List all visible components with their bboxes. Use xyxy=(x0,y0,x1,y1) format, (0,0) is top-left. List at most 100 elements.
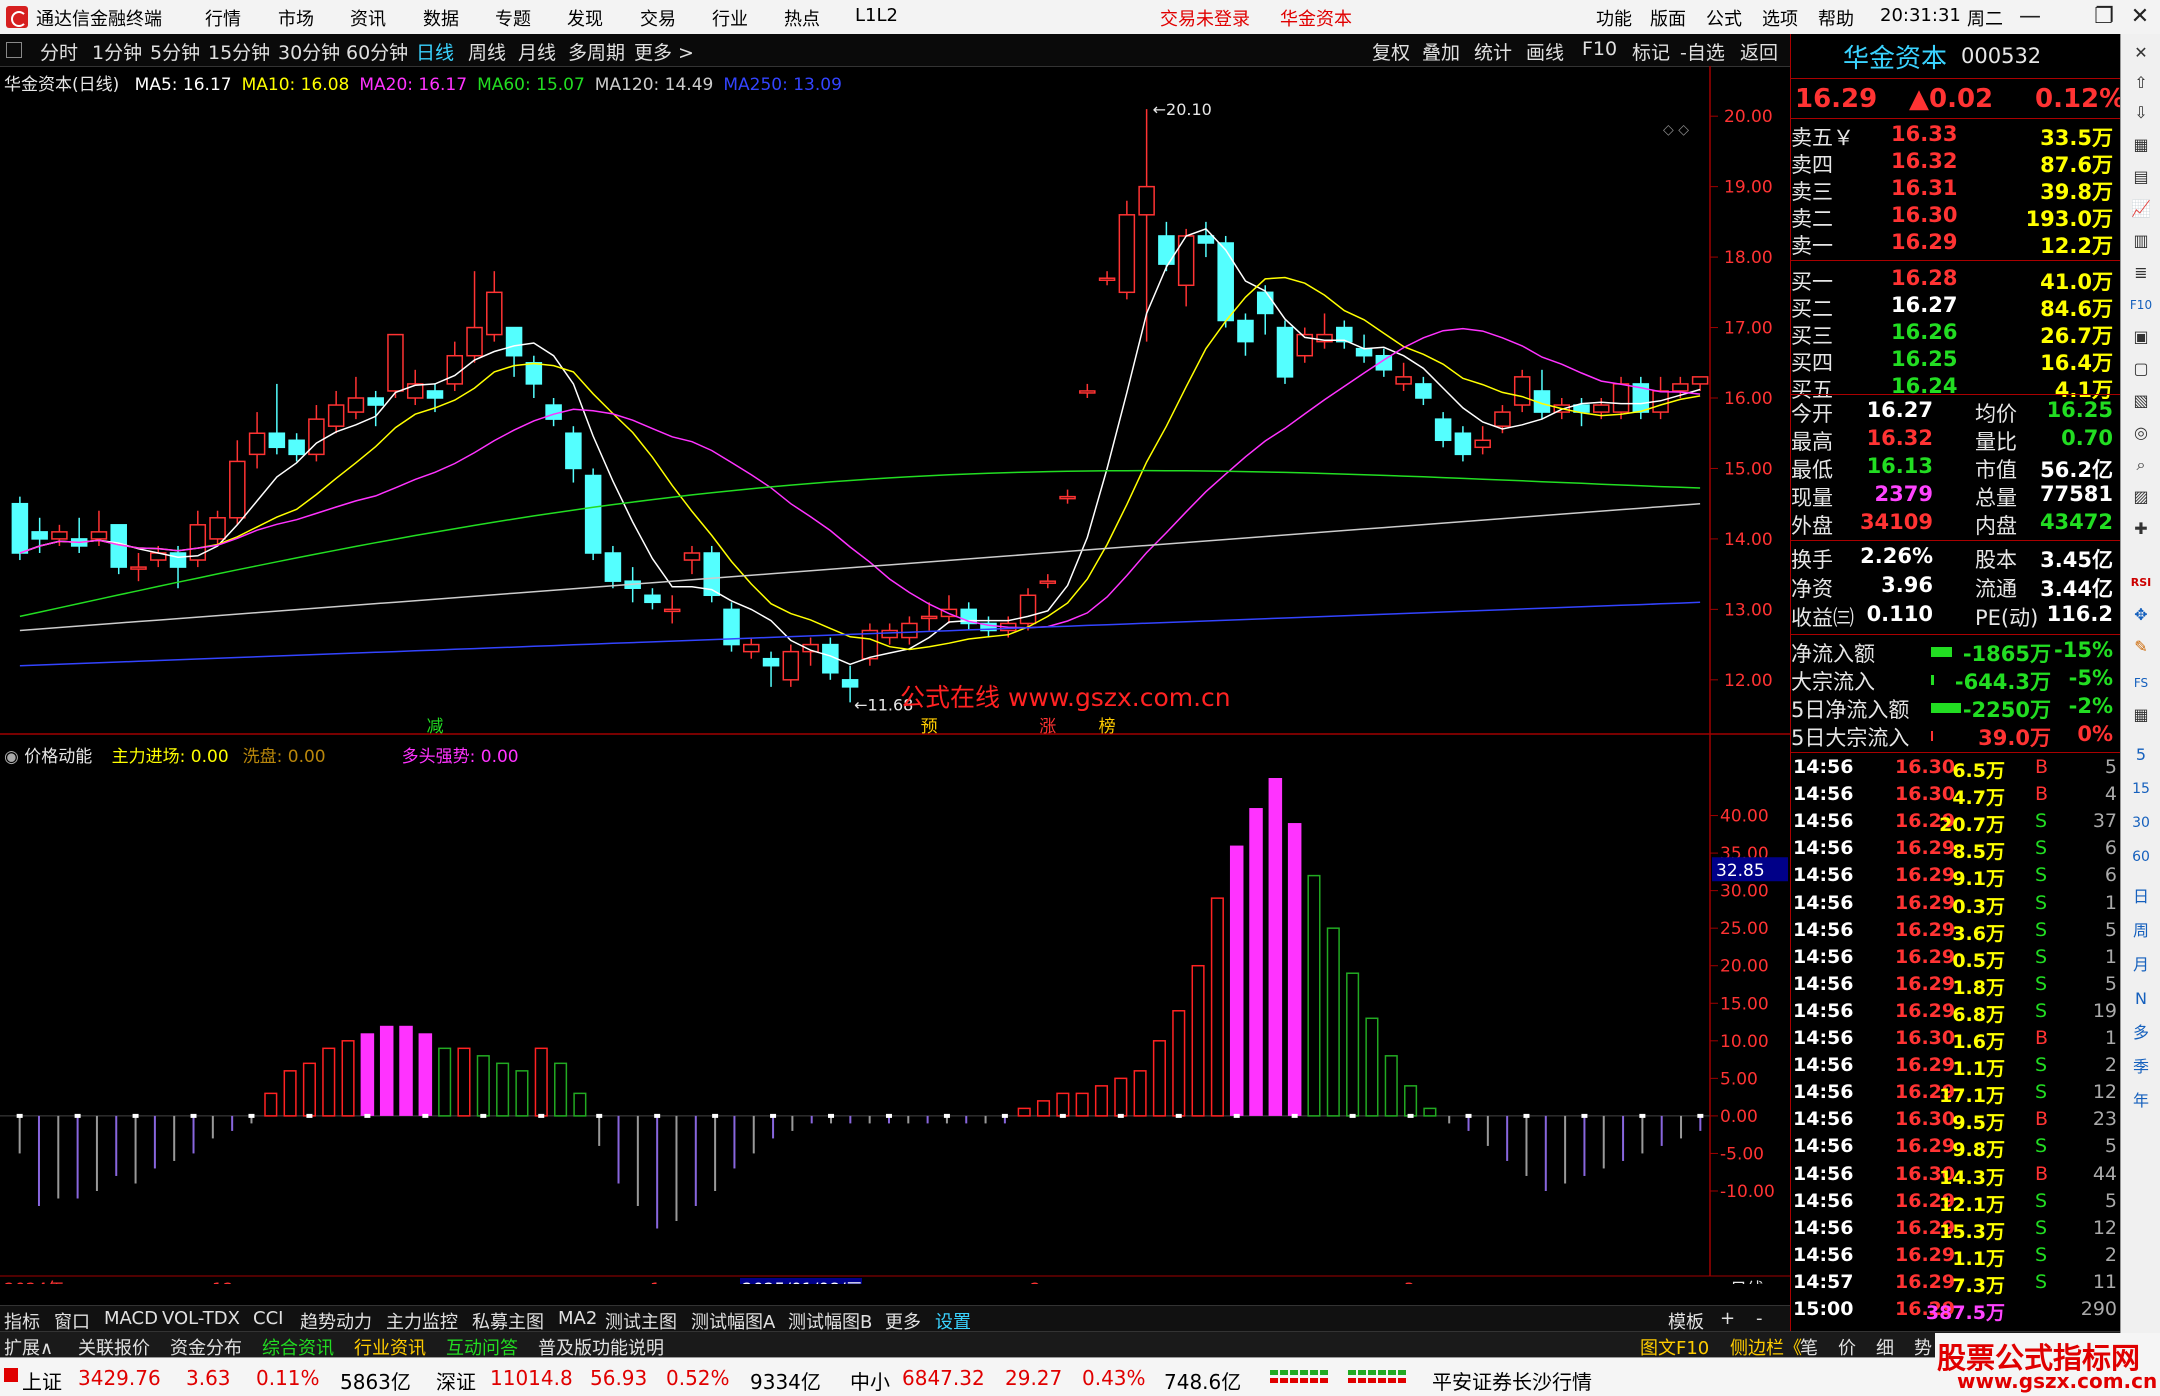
template-tab[interactable]: - xyxy=(1756,1308,1763,1329)
bid-row[interactable]: 买一 16.28 41.0万 xyxy=(1791,266,2121,294)
arrow-down-icon[interactable]: ⇩ xyxy=(2128,100,2154,126)
pen-icon[interactable]: ✎ xyxy=(2128,634,2154,660)
ma-legend-item: MA20: 16.17 xyxy=(359,75,468,95)
period-tab-30min[interactable]: 30分钟 xyxy=(278,38,340,65)
period-tab-fenshi[interactable]: 分时 xyxy=(40,38,78,65)
chart-settings-icon[interactable]: ◇ ◇ xyxy=(1663,122,1689,138)
menu-shuju[interactable]: 数据 xyxy=(423,5,459,31)
menu-faxian[interactable]: 发现 xyxy=(567,5,603,31)
period-tab-more[interactable]: 更多 > xyxy=(634,38,694,65)
grid-icon[interactable]: ▦ xyxy=(2128,132,2154,158)
menu-banmian[interactable]: 版面 xyxy=(1650,5,1686,31)
indicator-tab[interactable]: MACD xyxy=(104,1308,158,1329)
btn-fanhui[interactable]: 返回 xyxy=(1740,38,1778,65)
sh-change: 3.63 xyxy=(186,1366,231,1390)
maximize-icon[interactable]: ❐ xyxy=(2086,3,2122,31)
kline-icon[interactable]: ▥ xyxy=(2128,228,2154,254)
menu-zixun[interactable]: 资讯 xyxy=(350,5,386,31)
calc-icon[interactable]: ▧ xyxy=(2128,388,2154,414)
fs-icon[interactable]: FS xyxy=(2128,670,2154,696)
btn-diejia[interactable]: 叠加 xyxy=(1422,38,1460,65)
btn-huaxian[interactable]: 画线 xyxy=(1526,38,1564,65)
period-tab-15min[interactable]: 15分钟 xyxy=(208,38,270,65)
indicator-tab[interactable]: VOL-TDX xyxy=(162,1308,240,1329)
period-tab-5min[interactable]: 5分钟 xyxy=(150,38,200,65)
cross-icon[interactable]: ✚ xyxy=(2128,516,2154,542)
quote-feed[interactable]: 平安证券长沙行情 xyxy=(1432,1366,1592,1395)
bid-row[interactable]: 买三 16.26 26.7万 xyxy=(1791,320,2121,348)
period-day[interactable]: 日 xyxy=(2128,884,2154,910)
trade-status[interactable]: 交易未登录 xyxy=(1160,5,1250,31)
btn-tongji[interactable]: 统计 xyxy=(1474,38,1512,65)
period-15[interactable]: 15 xyxy=(2128,776,2154,802)
doc-icon[interactable]: ▢ xyxy=(2128,356,2154,382)
menu-shichang[interactable]: 市场 xyxy=(278,5,314,31)
period-week[interactable]: 周 xyxy=(2128,918,2154,944)
grid2-icon[interactable]: ▦ xyxy=(2128,702,2154,728)
ask-row[interactable]: 卖一 16.29 12.2万 xyxy=(1791,230,2121,258)
btn-fuquan[interactable]: 复权 xyxy=(1372,38,1410,65)
period-multi[interactable]: 多 xyxy=(2128,1020,2154,1046)
period-month[interactable]: 月 xyxy=(2128,952,2154,978)
menu-jiaoyi[interactable]: 交易 xyxy=(640,5,676,31)
chart-line-icon[interactable]: 📈 xyxy=(2128,196,2154,222)
search-icon[interactable]: ⌕ xyxy=(2128,452,2154,478)
period-tab-60min[interactable]: 60分钟 xyxy=(346,38,408,65)
ask-row[interactable]: 卖三 16.31 39.8万 xyxy=(1791,176,2121,204)
period-30[interactable]: 30 xyxy=(2128,810,2154,836)
sh-label[interactable]: 上证 xyxy=(22,1366,62,1395)
menu-redian[interactable]: 热点 xyxy=(784,5,820,31)
indicator-collapse-icon[interactable]: ◉ xyxy=(4,747,19,767)
kline-chart-svg[interactable]: 20.0019.0018.0017.0016.0015.0014.0013.00… xyxy=(0,66,1790,1284)
broker-name[interactable]: 华金资本 xyxy=(1280,5,1352,31)
rsi-icon[interactable]: RSI xyxy=(2128,570,2154,596)
ask-row[interactable]: 卖五￥ 16.33 33.5万 xyxy=(1791,122,2121,150)
period-tab-weekly[interactable]: 周线 xyxy=(468,38,506,65)
table-icon[interactable]: ▤ xyxy=(2128,164,2154,190)
menu-bangzhu[interactable]: 帮助 xyxy=(1818,5,1854,31)
template-tab[interactable]: + xyxy=(1720,1308,1735,1329)
period-5[interactable]: 5 xyxy=(2128,742,2154,768)
period-tab-multi[interactable]: 多周期 xyxy=(568,38,625,65)
indicator-tab[interactable]: MA2 xyxy=(558,1308,597,1329)
ask-row[interactable]: 卖四 16.32 87.6万 xyxy=(1791,149,2121,177)
menu-zhuanti[interactable]: 专题 xyxy=(495,5,531,31)
zx-label[interactable]: 中小 xyxy=(850,1366,890,1395)
bars-icon[interactable]: ▨ xyxy=(2128,484,2154,510)
arrow-up-icon[interactable]: ⇧ xyxy=(2128,70,2154,96)
close-panel-icon[interactable]: ✕ xyxy=(2128,40,2154,66)
bid-row[interactable]: 买二 16.27 84.6万 xyxy=(1791,293,2121,321)
f10-icon[interactable]: F10 xyxy=(2128,292,2154,318)
ask-row[interactable]: 卖二 16.30 193.0万 xyxy=(1791,203,2121,231)
menu-hangye[interactable]: 行业 xyxy=(712,5,748,31)
sz-label[interactable]: 深证 xyxy=(436,1366,476,1395)
book-icon[interactable]: ▣ xyxy=(2128,324,2154,350)
period-tab-monthly[interactable]: 月线 xyxy=(518,38,556,65)
move-icon[interactable]: ✥ xyxy=(2128,602,2154,628)
period-season[interactable]: 季 xyxy=(2128,1054,2154,1080)
period-tab-1min[interactable]: 1分钟 xyxy=(92,38,142,65)
period-n[interactable]: N xyxy=(2128,986,2154,1012)
menu-l1l2[interactable]: L1L2 xyxy=(855,5,898,26)
menu-xuanxiang[interactable]: 选项 xyxy=(1762,5,1798,31)
target-icon[interactable]: ◎ xyxy=(2128,420,2154,446)
minimize-icon[interactable]: — xyxy=(2012,3,2048,31)
period-60[interactable]: 60 xyxy=(2128,844,2154,870)
ma10-line xyxy=(19,276,1701,651)
indicator-tab[interactable]: CCI xyxy=(253,1308,283,1329)
period-tab-daily[interactable]: 日线 xyxy=(416,38,454,65)
btn-f10[interactable]: F10 xyxy=(1582,38,1617,60)
menu-gongneng[interactable]: 功能 xyxy=(1596,5,1632,31)
menu-gongshi[interactable]: 公式 xyxy=(1706,5,1742,31)
period-year[interactable]: 年 xyxy=(2128,1088,2154,1114)
btn-biaoji[interactable]: 标记 xyxy=(1632,38,1670,65)
btn-zixuan[interactable]: -自选 xyxy=(1680,38,1725,65)
bid-row[interactable]: 买五 16.24 4.1万 xyxy=(1791,374,2121,402)
close-icon[interactable]: ✕ xyxy=(2122,3,2158,31)
chart-area[interactable]: 20.00 19.00 18.00 17.00 16.00 15.00 14.00 13.00… xyxy=(0,66,1790,1284)
collapse-icon[interactable] xyxy=(6,42,22,58)
menu-hangqing[interactable]: 行情 xyxy=(205,5,241,31)
bid-row[interactable]: 买四 16.25 16.4万 xyxy=(1791,347,2121,375)
candle-body xyxy=(1474,439,1491,449)
list-icon[interactable]: ≣ xyxy=(2128,260,2154,286)
